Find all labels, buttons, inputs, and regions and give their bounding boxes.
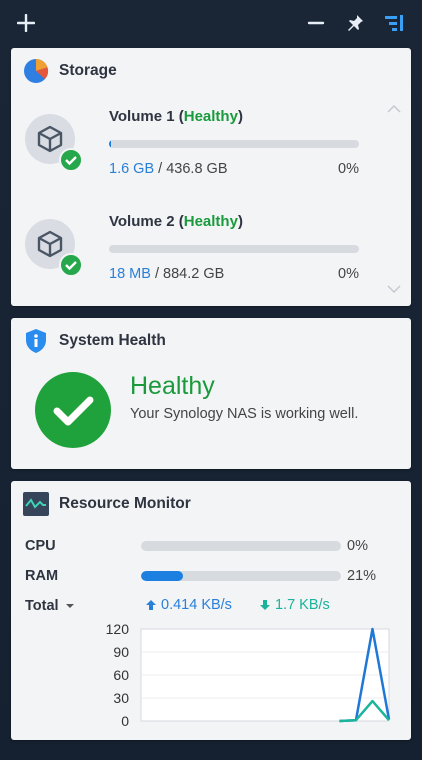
healthy-check-icon	[35, 372, 111, 448]
ram-usage-bar	[141, 571, 341, 581]
plus-icon[interactable]	[15, 12, 37, 34]
ram-label: RAM	[25, 568, 59, 584]
system-health-header: System Health	[23, 328, 166, 354]
resource-monitor-widget: Resource Monitor CPU 0% RAM 21% Total 0.…	[11, 481, 411, 740]
volume-usage-bar	[109, 245, 359, 253]
volume-usage-text: 1.6 GB / 436.8 GB	[109, 161, 228, 177]
system-health-title: System Health	[59, 332, 166, 349]
cpu-label: CPU	[25, 538, 56, 554]
y-tick-label: 90	[113, 644, 129, 660]
cpu-usage-bar	[141, 541, 341, 551]
download-rate: 1.7 KB/s	[259, 597, 330, 613]
system-health-widget: System Health Healthy Your Synology NAS …	[11, 318, 411, 469]
y-tick-label: 30	[113, 690, 129, 706]
volume-usage-bar	[109, 140, 359, 148]
volume-usage-text: 18 MB / 884.2 GB	[109, 266, 225, 282]
y-tick-label: 60	[113, 667, 129, 683]
total-label: Total	[25, 598, 59, 614]
check-icon	[59, 148, 83, 172]
volume-item[interactable]: Volume 1 (Healthy) 1.6 GB / 436.8 GB 0%	[25, 108, 395, 188]
resource-monitor-header: Resource Monitor	[23, 491, 191, 517]
volume-percent: 0%	[338, 161, 359, 177]
panel-layout-icon[interactable]	[384, 12, 406, 34]
upload-rate: 0.414 KB/s	[145, 597, 232, 613]
total-dropdown[interactable]: Total	[25, 598, 75, 614]
minus-icon[interactable]	[305, 12, 327, 34]
network-chart: 120 90 60 30 0	[106, 621, 391, 729]
y-tick-label: 0	[121, 713, 129, 729]
arrow-down-icon	[260, 600, 270, 610]
check-icon	[59, 253, 83, 277]
arrow-up-icon	[146, 600, 156, 610]
info-shield-icon	[23, 328, 49, 354]
storage-widget: Storage Volume 1 (Healthy) 1.6 GB / 436.…	[11, 48, 411, 306]
pie-chart-icon	[23, 58, 49, 84]
storage-header: Storage	[23, 58, 117, 84]
volume-status: Healthy	[183, 108, 238, 125]
health-description: Your Synology NAS is working well.	[130, 406, 359, 422]
storage-title: Storage	[59, 62, 117, 79]
y-tick-label: 120	[106, 621, 130, 637]
volume-item[interactable]: Volume 2 (Healthy) 18 MB / 884.2 GB 0%	[25, 213, 395, 293]
volume-name: Volume 2 (Healthy)	[109, 213, 243, 230]
pin-icon[interactable]	[344, 12, 366, 34]
health-status: Healthy	[130, 372, 215, 400]
monitor-graph-icon	[23, 491, 49, 517]
widget-toolbar	[0, 0, 422, 44]
caret-down-icon	[65, 604, 74, 608]
volume-status: Healthy	[183, 213, 238, 230]
resource-monitor-title: Resource Monitor	[59, 495, 191, 512]
cpu-percent: 0%	[347, 538, 368, 554]
ram-percent: 21%	[347, 568, 377, 584]
volume-percent: 0%	[338, 266, 359, 282]
volume-name: Volume 1 (Healthy)	[109, 108, 243, 125]
